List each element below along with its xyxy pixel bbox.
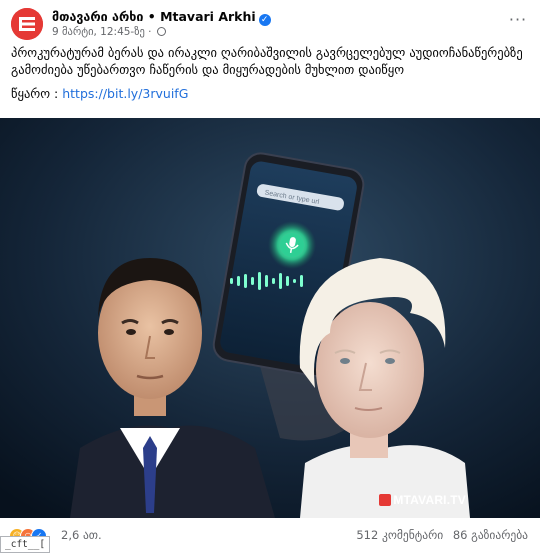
more-icon[interactable]: ··· [508, 12, 528, 28]
mtavari-watermark-icon [379, 494, 392, 506]
post-body: პროკურატურამ ბერას და ირაკლი ღარიბაშვილი… [11, 44, 526, 102]
source-line: წყარო : https://bit.ly/3rvuifG [11, 85, 526, 102]
post-header: მთავარი არხი • Mtavari Arkhi ✓ 9 მარტი, 1… [0, 0, 540, 44]
post-meta: 9 მარტი, 12:45-ზე · [52, 26, 166, 39]
source-prefix: წყარო : [11, 86, 59, 101]
post-image[interactable]: Search or type url MTAVARI.TV [0, 118, 540, 518]
page-name-link[interactable]: მთავარი არხი • Mtavari Arkhi ✓ [52, 9, 271, 26]
meta-separator: · [148, 26, 152, 38]
watermark: MTAVARI.TV [379, 493, 466, 507]
globe-icon [156, 27, 166, 36]
source-link[interactable]: https://bit.ly/3rvuifG [62, 86, 188, 101]
page-name[interactable]: მთავარი არხი • Mtavari Arkhi [52, 9, 256, 24]
mtavari-logo-icon[interactable] [11, 8, 43, 40]
post-text: პროკურატურამ ბერას და ირაკლი ღარიბაშვილი… [11, 45, 523, 77]
post-date[interactable]: 9 მარტი, 12:45-ზე [52, 26, 145, 38]
watermark-text: MTAVARI.TV [393, 493, 466, 507]
post-footer: ☺ ○ ✓ 2,6 ათ. 512 კომენტარი 86 გაზიარება [0, 518, 540, 553]
comments-shares: 512 კომენტარი 86 გაზიარება [356, 528, 528, 542]
verified-icon: ✓ [258, 14, 271, 26]
reaction-count[interactable]: 2,6 ათ. [61, 528, 102, 542]
shares-count[interactable]: 86 გაზიარება [453, 528, 528, 542]
debug-tag: _cft__[ [0, 536, 51, 553]
post-image-illustration: Search or type url [0, 118, 540, 518]
comments-count[interactable]: 512 კომენტარი [356, 528, 443, 542]
